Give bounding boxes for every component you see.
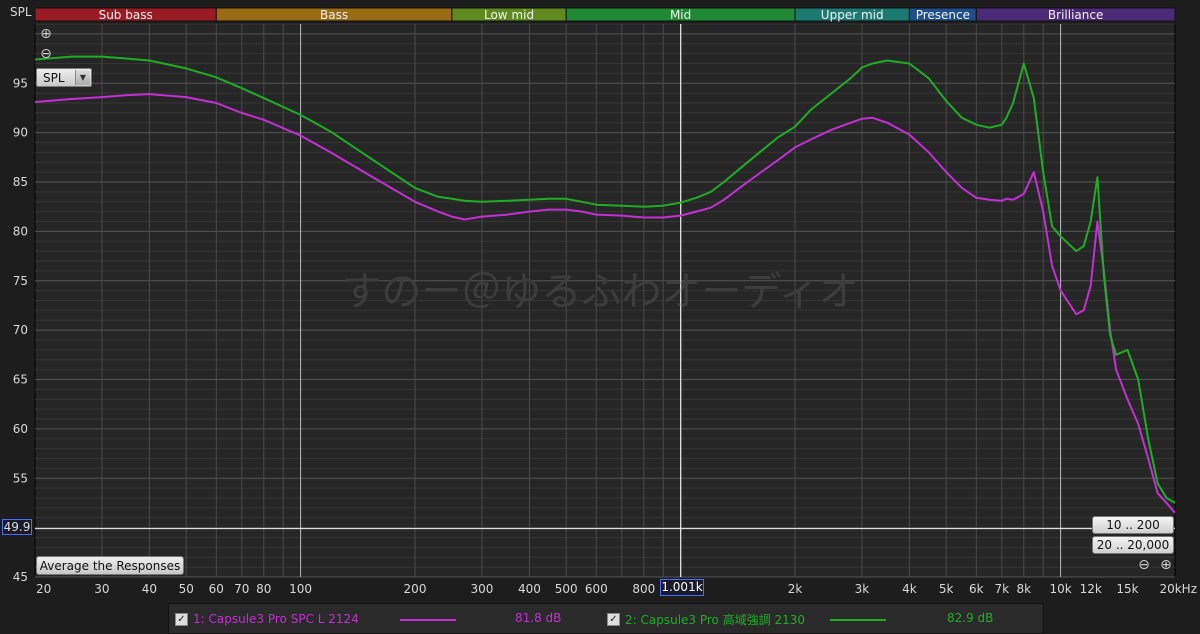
x-tick-label: 8k xyxy=(1016,582,1031,596)
x-tick-label: 600 xyxy=(585,582,608,596)
legend-label: 2: Capsule3 Pro 高域強調 2130 xyxy=(625,612,806,627)
chevron-down-icon[interactable]: ▼ xyxy=(75,70,90,85)
x-tick-label: 300 xyxy=(470,582,493,596)
x-tick-label: 400 xyxy=(518,582,541,596)
y-tick-label: 80 xyxy=(13,224,28,238)
cursor-x-readout: 1.001k xyxy=(660,579,704,596)
range-10-200-button[interactable]: 10 .. 200 xyxy=(1092,516,1174,534)
range-20-20000-button[interactable]: 20 .. 20,000 xyxy=(1092,536,1174,554)
x-tick-label: 12k xyxy=(1080,582,1102,596)
y-tick-label: 75 xyxy=(13,274,28,288)
legend-swatch xyxy=(400,619,456,621)
y-tick-label: 65 xyxy=(13,373,28,387)
x-tick-label: 200 xyxy=(404,582,427,596)
band-label: Sub bass xyxy=(99,8,153,22)
legend-swatch xyxy=(830,619,886,621)
spl-select[interactable]: SPL ▼ xyxy=(36,68,92,87)
legend-value: 82.9 dB xyxy=(947,611,994,625)
x-tick-label: 50 xyxy=(179,582,194,596)
frequency-bands: Sub bass Bass Low mid Mid Upper mid Presence B… xyxy=(34,7,1176,22)
y-tick-label: 85 xyxy=(13,175,28,189)
x-tick-label: 4k xyxy=(902,582,917,596)
checkbox-icon[interactable]: ✓ xyxy=(607,612,620,626)
x-tick-label: 60 xyxy=(209,582,224,596)
watermark: すのー＠ゆるふわオーディオ xyxy=(341,269,858,315)
y-tick-label: 55 xyxy=(13,471,28,485)
checkbox-icon[interactable]: ✓ xyxy=(175,612,188,626)
y-tick-label: 60 xyxy=(13,422,28,436)
x-tick-label: 20kHz xyxy=(1159,582,1197,596)
x-tick-label: 500 xyxy=(555,582,578,596)
x-tick-label: 3k xyxy=(855,582,870,596)
frequency-response-chart[interactable]: SPL Sub bass Bass Low mid Mid Upper mid Prese… xyxy=(0,0,1200,634)
band-label: Brilliance xyxy=(1048,8,1103,22)
legend-item[interactable]: ✓ 2: Capsule3 Pro 高域強調 2130 xyxy=(607,611,805,627)
zoom-in-icon[interactable]: ⊕ xyxy=(38,26,54,42)
x-tick-label: 80 xyxy=(256,582,271,596)
average-responses-button[interactable]: Average the Responses xyxy=(36,556,184,575)
x-tick-label: 100 xyxy=(289,582,312,596)
legend-item[interactable]: ✓ 1: Capsule3 Pro SPC L 2124 xyxy=(175,611,359,627)
x-tick-label: 800 xyxy=(632,582,655,596)
x-tick-label: 20 xyxy=(36,582,51,596)
x-tick-label: 2k xyxy=(788,582,803,596)
band-label: Presence xyxy=(916,8,970,22)
x-tick-label: 30 xyxy=(94,582,109,596)
legend: ✓ 1: Capsule3 Pro SPC L 2124 81.8 dB ✓ 2… xyxy=(168,603,1044,634)
zoom-out-icon[interactable]: ⊖ xyxy=(38,46,54,62)
zoom-out-icon[interactable]: ⊖ xyxy=(1136,557,1152,573)
spl-select-value: SPL xyxy=(43,70,65,85)
cursor-y-readout: 49.9 xyxy=(2,519,32,535)
x-tick-label: 6k xyxy=(969,582,984,596)
zoom-in-icon[interactable]: ⊕ xyxy=(1158,557,1174,573)
x-tick-label: 5k xyxy=(939,582,954,596)
band-label: Upper mid xyxy=(821,8,884,22)
band-label: Low mid xyxy=(484,8,534,22)
y-tick-label: 45 xyxy=(13,570,28,584)
y-tick-label: 90 xyxy=(13,126,28,140)
y-tick-label: 95 xyxy=(13,76,28,90)
y-tick-label: 70 xyxy=(13,323,28,337)
x-tick-label: 7k xyxy=(994,582,1009,596)
legend-label: 1: Capsule3 Pro SPC L 2124 xyxy=(193,612,359,626)
legend-value: 81.8 dB xyxy=(515,611,562,625)
x-tick-label: 40 xyxy=(142,582,157,596)
x-tick-label: 15k xyxy=(1116,582,1138,596)
band-label: Bass xyxy=(320,8,348,22)
y-axis-title: SPL xyxy=(10,5,32,19)
x-tick-label: 70 xyxy=(234,582,249,596)
band-label: Mid xyxy=(670,8,691,22)
x-tick-label: 10k xyxy=(1049,582,1071,596)
